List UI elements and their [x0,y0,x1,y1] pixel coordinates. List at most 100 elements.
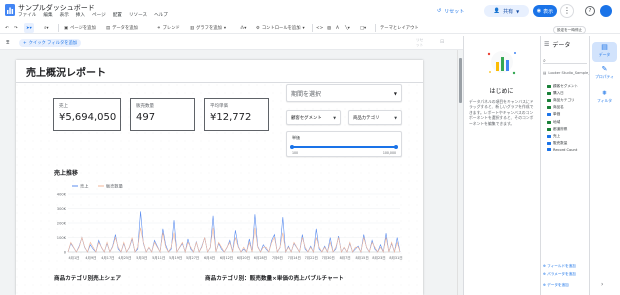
slider-handle-max[interactable] [394,144,398,149]
menu-item[interactable]: ヘルプ [154,12,168,18]
field-item[interactable]: 販売数量 [547,141,567,146]
text-icon[interactable]: A [336,23,339,33]
scorecard-value: 497 [136,112,156,123]
add-data-icon: ▤ [106,25,111,31]
scorecard-quantity[interactable]: 販売数量 497 [130,98,195,131]
reset-filters-button[interactable]: リセ ット [416,38,423,47]
rail-properties-label: プロパティ [595,74,614,79]
field-search-input[interactable]: ⌕ [543,58,587,64]
scorecard-label: 売上 [59,104,68,109]
metric-field-icon [547,141,551,145]
dropdown-product-category[interactable]: 商品カテゴリ ▼ [348,110,402,125]
scorecard-label: 販売数量 [136,104,154,109]
database-icon: ☰ [544,41,550,48]
sales-trend-chart[interactable]: 売上 販売数量 0 100K 200K 300K 400K 4月1日 4月9日 4月17日 4月25… [50,180,410,268]
reset-button[interactable]: ↺ リセット [437,5,464,17]
add-field-button[interactable]: ⊕ フィールドを追加 [543,264,576,269]
dropdown-customer-segment[interactable]: 顧客セグメント ▼ [286,110,341,125]
slider-track[interactable] [290,144,398,149]
field-item[interactable]: 単価 [547,112,560,117]
legend-label[interactable]: 販売数量 [106,183,123,190]
menu-item[interactable]: 挿入 [76,12,85,18]
view-button[interactable]: ◉ 表示 [533,5,557,17]
scorecard-value: ¥5,694,050 [59,112,117,123]
date-range-control[interactable]: 期間を選択 ▼ [286,84,402,102]
x-tick-label: 8月31日 [389,256,402,260]
code-embed-icon[interactable]: <> [316,23,323,33]
pause-updates-button[interactable]: 設定を一時停止 [553,26,587,34]
rail-properties-tab[interactable]: ✎ プロパティ [592,64,617,84]
field-item[interactable]: 地域 [547,120,560,125]
add-page-icon: ▣ [64,25,69,31]
select-pointer-icon[interactable]: ➤▾ [24,23,34,33]
getting-started-panel [463,36,540,295]
share-label: 共有 [503,8,514,15]
add-parameter-button[interactable]: ⊕ パラメータを追加 [543,272,576,277]
slider-min-label: 100 [292,150,299,155]
line-icon[interactable]: ╲▾ [345,23,350,33]
rail-filter-tab[interactable]: ⩨ フィルタ [592,88,617,108]
filter-options-icon[interactable]: ⊟ [440,39,444,45]
pause-updates-label: 設定を一時停止 [557,27,583,32]
chevron-down-icon: ▼ [333,115,336,120]
add-chart-button[interactable]: ▥ グラフを追加 ▾ [190,23,226,33]
slider-handle-min[interactable] [290,144,294,149]
filter-icon[interactable]: ⩨ [6,39,9,47]
image-icon[interactable]: ▨ [327,23,331,33]
theme-layout-button[interactable]: テーマとレイアウト [380,23,419,33]
price-range-slider[interactable]: 単価 100 100,000 [286,131,402,157]
field-item[interactable]: 顧客セグメント [547,84,578,89]
field-item[interactable]: 商品カテゴリ [547,98,575,103]
shape-icon[interactable]: □▾ [360,23,366,33]
reset-label: リセット [444,8,465,15]
menu-item[interactable]: ファイル [18,12,36,18]
chevron-down-icon: ▾ [223,25,227,31]
data-source-row[interactable]: ▤ Looker Studio_Sample_... [543,71,593,75]
scorecard-avg-price[interactable]: 平均単価 ¥12,772 [204,98,269,131]
scorecard-label: 平均単価 [210,104,228,109]
chevron-down-icon: ▾ [302,25,305,31]
add-page-button[interactable]: ▣ ページを追加 [64,23,96,33]
slider-label: 単価 [292,135,300,140]
chevron-right-icon[interactable]: › [601,281,603,288]
reset-icon: ↺ [437,8,442,14]
legend-label[interactable]: 売上 [80,183,88,190]
rail-data-tab[interactable]: ▤ データ [592,42,617,62]
add-control-button[interactable]: ⚙ コントロールを追加 ▾ [256,23,305,33]
menu-item[interactable]: 配置 [113,12,122,18]
menu-item[interactable]: ページ [92,12,106,18]
x-tick-label: 4月1日 [68,256,79,260]
zoom-icon[interactable]: ⌕▾ [44,23,49,33]
add-chart-icon: ▥ [190,25,195,31]
field-item[interactable]: 都道府県 [547,127,567,132]
field-item[interactable]: 売上 [547,134,560,139]
help-icon[interactable]: ? [585,6,595,16]
chevron-down-icon: ▼ [393,90,397,96]
redo-icon[interactable]: ↷ [14,23,18,33]
field-item[interactable]: 購入日 [547,91,564,96]
field-name: 商品名 [553,105,564,110]
add-data-button[interactable]: ▤ データを追加 [106,23,138,33]
field-name: 都道府県 [553,126,568,131]
quick-filter-button[interactable]: + クイック フィルタを追加 [19,39,82,47]
menu-item[interactable]: 表示 [60,12,69,18]
avatar[interactable] [600,5,612,17]
menu-item[interactable]: リソース [129,12,147,18]
canvas-scroll-thumb[interactable] [459,58,462,103]
blend-button[interactable]: ⚭ ブレンド [157,23,180,33]
more-options-icon[interactable]: ⋮ [560,4,574,18]
dimension-field-icon [547,120,551,124]
metric-field-icon [547,113,551,117]
undo-icon[interactable]: ↶ [5,23,9,33]
menu-item[interactable]: 編集 [43,12,52,18]
add-data-source-button[interactable]: ⊕ データを追加 [543,283,569,288]
bubble-chart-title: 商品カテゴリ別：販売数量×単価の売上バブルチャート [205,276,344,282]
field-item[interactable]: 商品名 [547,105,564,110]
share-button[interactable]: 👤 共有 ▼ [484,5,529,17]
community-viz-icon[interactable]: ⁂▾ [240,23,246,33]
dropdown-label: 商品カテゴリ [353,115,380,121]
field-item[interactable]: Record Count [547,148,577,152]
scorecard-sales[interactable]: 売上 ¥5,694,050 [53,98,121,131]
page-title[interactable]: 売上概況レポート [26,64,106,79]
filter-icon: ⩨ [602,89,607,97]
